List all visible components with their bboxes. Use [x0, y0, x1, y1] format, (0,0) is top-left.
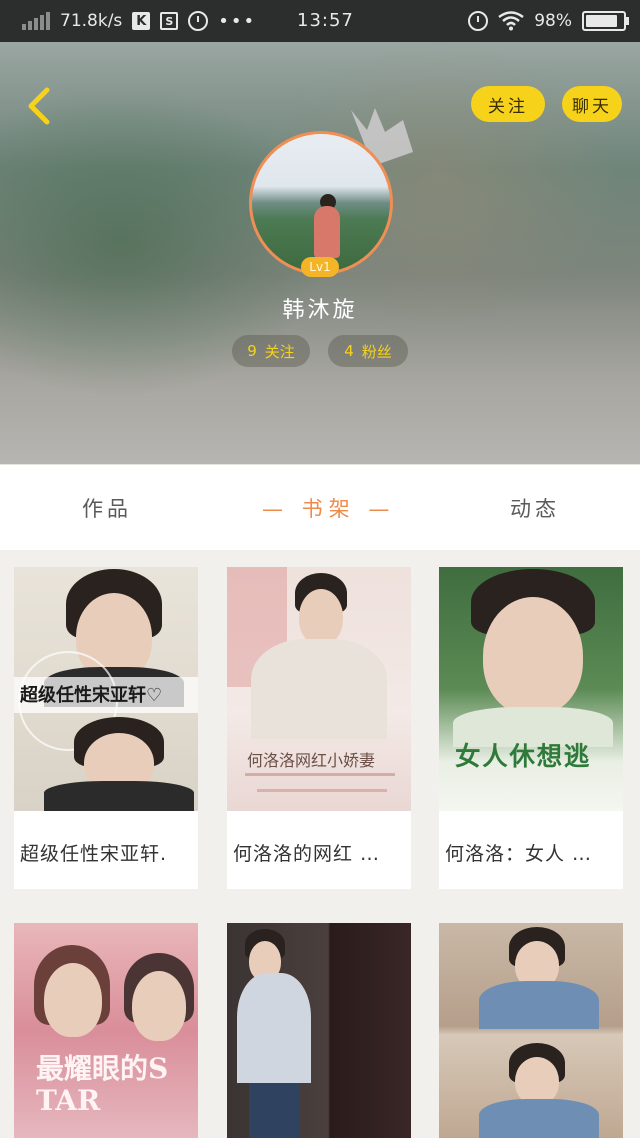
book-card[interactable]: 超级任性宋亚轩♡ 超级任性宋亚轩.: [14, 567, 198, 889]
status-bar: 71.8k/s K S ••• 13:57 98%: [0, 0, 640, 42]
net-speed: 71.8k/s: [60, 11, 123, 31]
book-cover-text: 超级任性宋亚轩♡: [20, 685, 163, 706]
book-cover: [439, 923, 623, 1138]
book-card[interactable]: [227, 923, 411, 1138]
book-card[interactable]: [439, 923, 623, 1138]
fans-count-button[interactable]: 4 粉丝: [328, 335, 408, 367]
book-cover-text: 何洛洛网红小娇妻: [247, 751, 376, 770]
following-count-button[interactable]: 9 关注: [232, 335, 310, 367]
book-title: 何洛洛：女人 …: [445, 843, 593, 865]
bookshelf-grid: 超级任性宋亚轩♡ 超级任性宋亚轩. 何洛洛网红小娇妻 何洛洛的网红 … 女人休想…: [0, 550, 640, 1138]
book-cover: 何洛洛网红小娇妻: [227, 567, 411, 811]
alarm-icon: [468, 11, 489, 31]
status-bar-left: 71.8k/s K S •••: [22, 0, 256, 42]
tab-works[interactable]: 作品: [82, 493, 132, 523]
s-app-icon: S: [160, 12, 179, 30]
book-title: 超级任性宋亚轩.: [20, 843, 168, 865]
alarm-icon: [188, 11, 209, 31]
back-button[interactable]: [18, 86, 58, 126]
chat-button[interactable]: 聊天: [562, 86, 622, 122]
profile-tabs: 作品 — 书架 — 动态: [0, 464, 640, 551]
book-card[interactable]: 女人休想逃 何洛洛：女人 …: [439, 567, 623, 889]
wifi-icon: [498, 11, 524, 31]
fans-count: 4: [344, 342, 354, 360]
following-label: 关注: [264, 342, 295, 361]
book-cover: 女人休想逃: [439, 567, 623, 811]
book-title: 何洛洛的网红 …: [233, 843, 381, 865]
book-cover-text: 最耀眼的STAR: [36, 1052, 169, 1117]
book-cover: 最耀眼的STAR: [14, 923, 198, 1138]
status-bar-right: 98%: [468, 0, 629, 42]
book-cover-text: 女人休想逃: [455, 741, 591, 772]
book-card[interactable]: 最耀眼的STAR: [14, 923, 198, 1138]
following-count: 9: [247, 342, 257, 360]
avatar[interactable]: [249, 131, 393, 275]
clock: 13:57: [297, 10, 354, 31]
battery-icon: [582, 11, 629, 31]
battery-percent: 98%: [534, 11, 572, 31]
chevron-left-icon: [28, 87, 50, 125]
username: 韩沐旋: [282, 298, 358, 323]
tab-moments[interactable]: 动态: [510, 493, 560, 523]
level-badge: Lv1: [301, 257, 339, 277]
follow-button[interactable]: 关注: [471, 86, 545, 122]
fans-label: 粉丝: [361, 342, 392, 361]
signal-icon: [22, 12, 50, 30]
book-card[interactable]: 何洛洛网红小娇妻 何洛洛的网红 …: [227, 567, 411, 889]
profile-header: 关注 聊天 Lv1 韩沐旋 9 关注 4 粉丝: [0, 42, 640, 464]
tab-bookshelf[interactable]: — 书架 —: [262, 493, 395, 523]
book-cover: [227, 923, 411, 1138]
k-app-icon: K: [132, 12, 151, 30]
book-cover: 超级任性宋亚轩♡: [14, 567, 198, 811]
more-notifications-icon: •••: [218, 10, 257, 32]
